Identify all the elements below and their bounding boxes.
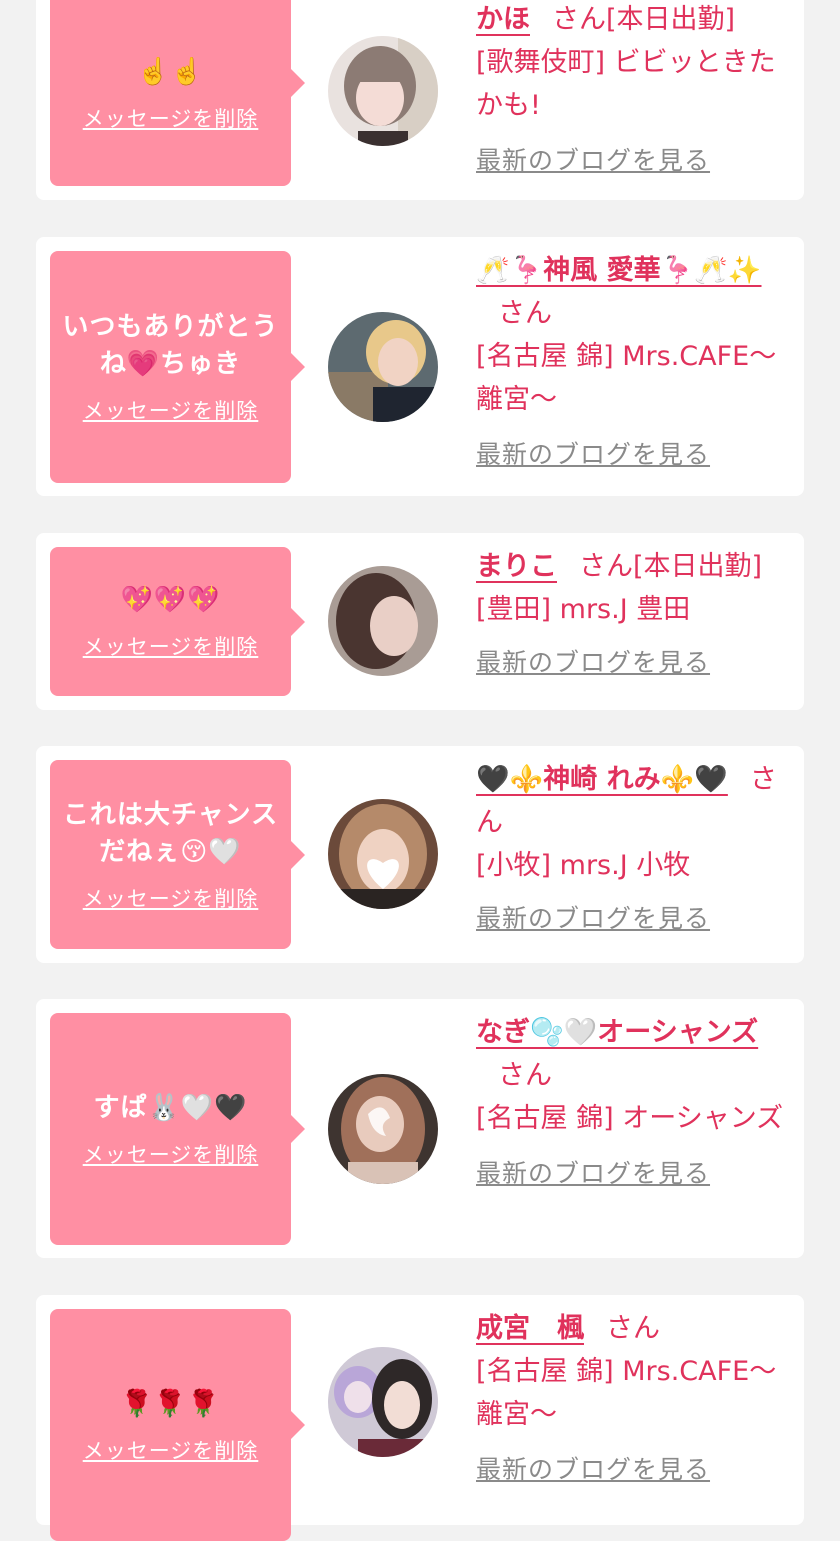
message-text: 🌹🌹🌹 — [120, 1388, 221, 1419]
avatar[interactable] — [328, 1347, 438, 1457]
shop-name: [名古屋 錦] Mrs.CAFE〜離宮〜 — [476, 1356, 777, 1430]
latest-blog-link[interactable]: 最新のブログを見る — [476, 141, 710, 177]
latest-blog-link[interactable]: 最新のブログを見る — [476, 643, 710, 679]
message-bubble: すぱ🐰🤍🖤 メッセージを削除 — [50, 1013, 305, 1245]
girl-name-link[interactable]: なぎ🫧🤍オーシャンズ — [476, 1017, 758, 1048]
girl-info: 🥂🦩神風 愛華🦩🥂✨ さん [名古屋 錦] Mrs.CAFE〜離宮〜 最新のブログ… — [476, 249, 792, 471]
avatar[interactable] — [328, 799, 438, 909]
avatar-photo-icon — [328, 312, 438, 422]
honorific: さん — [579, 551, 633, 582]
avatar[interactable] — [328, 566, 438, 676]
latest-blog-link[interactable]: 最新のブログを見る — [476, 899, 710, 935]
message-bubble: ☝️☝️ メッセージを削除 — [50, 0, 305, 186]
girl-info: かほ さん[本日出勤] [歌舞伎町] ビビッときたかも! 最新のブログを見る — [476, 0, 792, 177]
latest-blog-link[interactable]: 最新のブログを見る — [476, 435, 710, 471]
message-text: これは大チャンスだねぇ😚🤍 — [62, 799, 279, 867]
girl-name-link[interactable]: 成宮 楓 — [476, 1313, 584, 1344]
shop-name: [豊田] mrs.J 豊田 — [476, 594, 691, 625]
honorific: さん — [498, 1060, 552, 1091]
shop-name: [小牧] mrs.J 小牧 — [476, 850, 691, 881]
girl-name-link[interactable]: かほ — [476, 4, 530, 35]
message-card: ☝️☝️ メッセージを削除 かほ さん[本日出勤] [歌舞伎町] ビビッときたかも… — [36, 0, 804, 200]
avatar-photo-icon — [328, 36, 438, 146]
avatar-photo-icon — [328, 799, 438, 909]
honorific: さん — [606, 1313, 660, 1344]
delete-message-link[interactable]: メッセージを削除 — [83, 631, 259, 661]
honorific: さん — [552, 4, 606, 35]
name-line: なぎ🫧🤍オーシャンズさん — [476, 1011, 792, 1097]
message-text: ☝️☝️ — [137, 56, 204, 87]
message-card: 💖💖💖 メッセージを削除 まりこ さん[本日出勤] [豊田] mrs.J 豊田 最… — [36, 533, 804, 710]
avatar-photo-icon — [328, 566, 438, 676]
honorific: さん — [498, 298, 552, 329]
message-text: すぱ🐰🤍🖤 — [93, 1092, 248, 1123]
name-line: 🖤⚜️神崎 れみ⚜️🖤 さん — [476, 758, 792, 844]
delete-message-link[interactable]: メッセージを削除 — [83, 395, 259, 425]
girl-info: 🖤⚜️神崎 れみ⚜️🖤 さん [小牧] mrs.J 小牧 最新のブログを見る — [476, 758, 792, 935]
message-bubble: これは大チャンスだねぇ😚🤍 メッセージを削除 — [50, 760, 305, 949]
message-text: 💖💖💖 — [120, 585, 221, 615]
shop-name: [名古屋 錦] オーシャンズ — [476, 1103, 784, 1134]
status-label: [本日出勤] — [633, 551, 763, 582]
message-bubble: 🌹🌹🌹 メッセージを削除 — [50, 1309, 305, 1541]
message-card: すぱ🐰🤍🖤 メッセージを削除 なぎ🫧🤍オーシャンズさん [名古屋 錦] オーシャ… — [36, 999, 804, 1258]
avatar[interactable] — [328, 36, 438, 146]
girl-name-link[interactable]: 🖤⚜️神崎 れみ⚜️🖤 — [476, 764, 728, 795]
avatar-photo-icon — [328, 1347, 438, 1457]
girl-info: なぎ🫧🤍オーシャンズさん [名古屋 錦] オーシャンズ 最新のブログを見る — [476, 1011, 792, 1190]
latest-blog-link[interactable]: 最新のブログを見る — [476, 1154, 710, 1190]
avatar[interactable] — [328, 312, 438, 422]
status-label: [本日出勤] — [606, 4, 736, 35]
avatar-photo-icon — [328, 1074, 438, 1184]
shop-name: [名古屋 錦] Mrs.CAFE〜離宮〜 — [476, 341, 777, 415]
girl-info: 成宮 楓さん [名古屋 錦] Mrs.CAFE〜離宮〜 最新のブログを見る — [476, 1307, 792, 1486]
name-line: かほ さん[本日出勤] — [476, 0, 792, 41]
message-bubble: いつもありがとうね💗ちゅき メッセージを削除 — [50, 251, 305, 483]
message-card: いつもありがとうね💗ちゅき メッセージを削除 🥂🦩神風 愛華🦩🥂✨ さん [名古屋… — [36, 237, 804, 496]
girl-info: まりこ さん[本日出勤] [豊田] mrs.J 豊田 最新のブログを見る — [476, 545, 792, 679]
delete-message-link[interactable]: メッセージを削除 — [83, 1435, 259, 1465]
delete-message-link[interactable]: メッセージを削除 — [83, 883, 259, 913]
name-line: 🥂🦩神風 愛華🦩🥂✨ さん — [476, 249, 792, 335]
girl-name-link[interactable]: 🥂🦩神風 愛華🦩🥂✨ — [476, 255, 762, 286]
name-line: 成宮 楓さん — [476, 1307, 792, 1350]
delete-message-link[interactable]: メッセージを削除 — [83, 1139, 259, 1169]
message-bubble: 💖💖💖 メッセージを削除 — [50, 547, 305, 696]
message-text: いつもありがとうね💗ちゅき — [62, 312, 279, 379]
latest-blog-link[interactable]: 最新のブログを見る — [476, 1450, 710, 1486]
girl-name-link[interactable]: まりこ — [476, 551, 557, 582]
name-line: まりこ さん[本日出勤] — [476, 545, 792, 588]
delete-message-link[interactable]: メッセージを削除 — [83, 103, 259, 133]
shop-name: [歌舞伎町] ビビッときたかも! — [476, 47, 776, 121]
message-card: これは大チャンスだねぇ😚🤍 メッセージを削除 🖤⚜️神崎 れみ⚜️🖤 さん [小牧… — [36, 746, 804, 963]
avatar[interactable] — [328, 1074, 438, 1184]
